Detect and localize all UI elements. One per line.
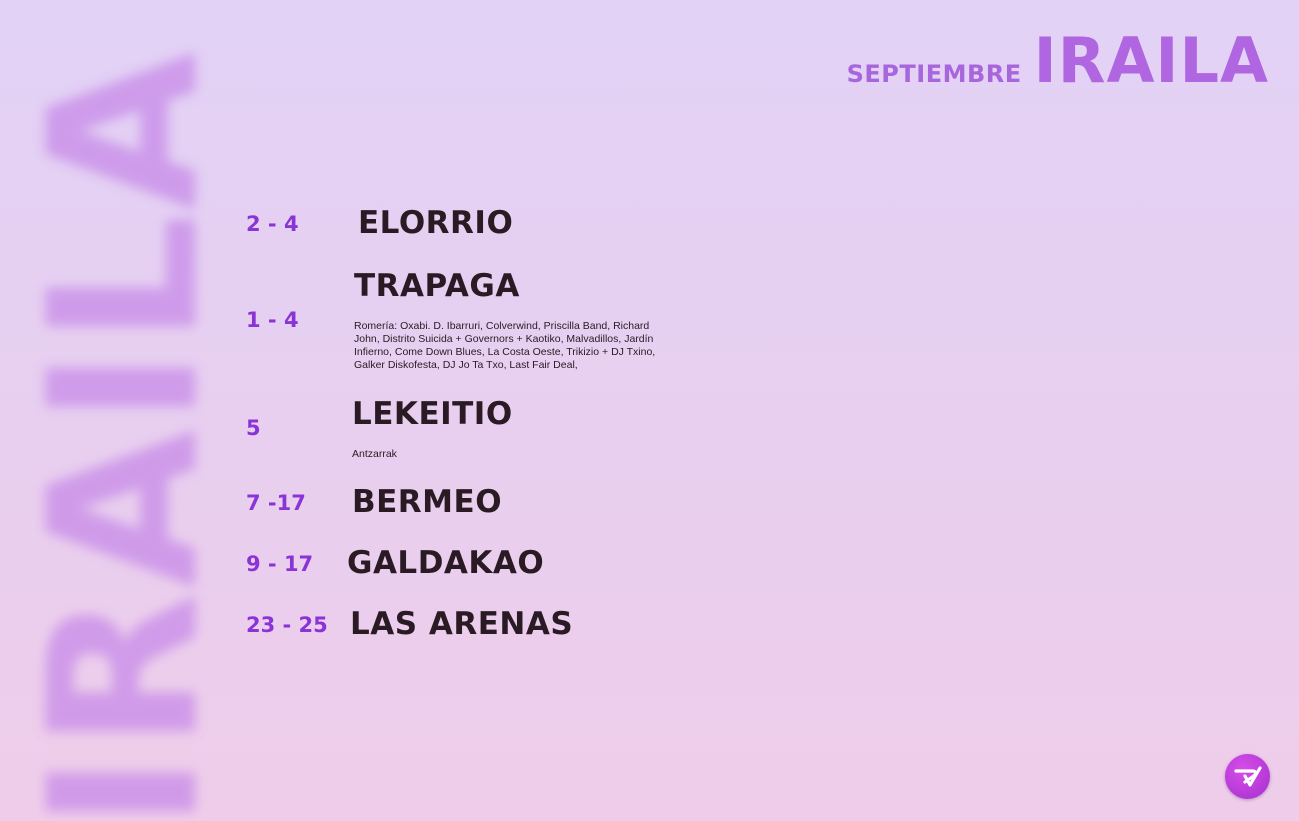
event-dates: 1 - 4	[246, 308, 299, 332]
background-word-text: IRAILA	[6, 48, 230, 821]
page-header: SEPTIEMBRE IRAILA	[847, 30, 1269, 92]
event-town: LEKEITIO	[352, 396, 513, 432]
event-details: Romería: Oxabi. D. Ibarruri, Colverwind,…	[354, 320, 656, 371]
event-dates: 2 - 4	[246, 212, 299, 236]
event-town: ELORRIO	[358, 205, 514, 241]
event-town: BERMEO	[352, 484, 503, 520]
background-word-graphic: IRAILA	[6, 48, 230, 821]
event-dates: 7 -17	[246, 491, 306, 515]
month-subtitle: SEPTIEMBRE	[846, 60, 1022, 88]
event-town: TRAPAGA	[354, 268, 520, 304]
event-dates: 23 - 25	[246, 613, 328, 637]
event-town: LAS ARENAS	[350, 606, 574, 642]
month-title: IRAILA	[1033, 24, 1269, 97]
background-word: IRAILA	[0, 0, 230, 821]
event-town: GALDAKAO	[347, 545, 545, 581]
event-dates: 9 - 17	[246, 552, 314, 576]
brand-logo-icon[interactable]	[1225, 754, 1270, 799]
event-dates: 5	[246, 416, 261, 440]
brand-logo-graphic	[1234, 766, 1262, 787]
event-details: Antzarrak	[352, 448, 397, 460]
